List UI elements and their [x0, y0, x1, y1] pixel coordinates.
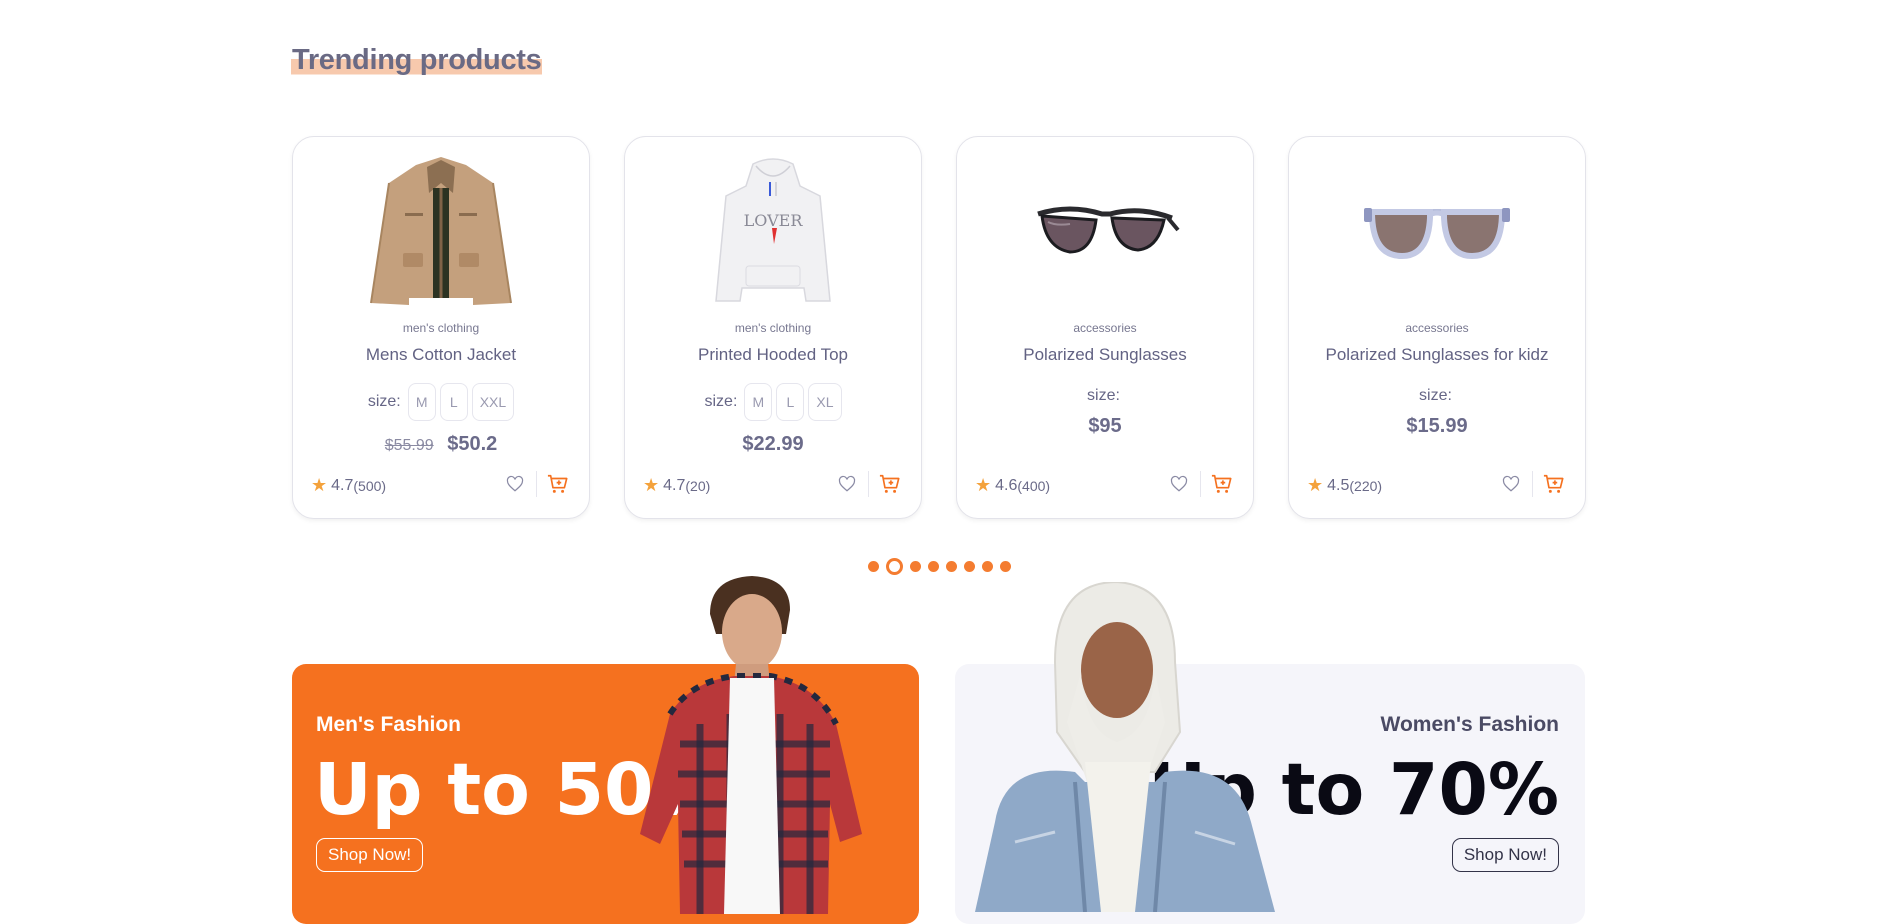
carousel-dot[interactable] — [1000, 561, 1011, 572]
size-option-l[interactable]: L — [776, 383, 805, 421]
star-icon: ★ — [1307, 475, 1324, 495]
banner-label: Men's Fashion — [316, 713, 462, 736]
price-block: $15.99 — [1289, 415, 1585, 438]
product-image-kids-sunglasses[interactable] — [1289, 153, 1585, 308]
product-category: men's clothing — [402, 321, 480, 335]
size-option-xxl[interactable]: XXL — [471, 383, 515, 421]
current-price: $50.2 — [447, 433, 498, 455]
size-option-m[interactable]: M — [407, 383, 436, 421]
heart-icon[interactable] — [1498, 471, 1524, 497]
product-image-jacket[interactable] — [293, 153, 589, 308]
price-block: $22.99 — [625, 433, 921, 456]
rating: ★ 4.5 (220) — [1307, 475, 1382, 496]
add-to-cart-icon[interactable] — [877, 471, 903, 497]
product-card[interactable]: men's clothing Mens Cotton Jacket size: … — [292, 136, 590, 519]
size-selector: size: — [957, 387, 1253, 405]
divider — [536, 471, 537, 497]
product-name[interactable]: Polarized Sunglasses — [957, 345, 1253, 365]
rating-value: 4.5 — [1327, 476, 1350, 494]
rating-value: 4.7 — [663, 476, 686, 494]
product-category: accessories — [1073, 321, 1137, 335]
rating: ★ 4.7 (500) — [311, 475, 386, 496]
size-option-l[interactable]: L — [439, 383, 468, 421]
star-icon: ★ — [643, 475, 660, 495]
current-price: $95 — [1088, 415, 1122, 437]
size-option-m[interactable]: M — [744, 383, 773, 421]
carousel-dot[interactable] — [946, 561, 957, 572]
product-card[interactable]: LOVER men's clothing Printed Hooded Top … — [624, 136, 922, 519]
review-count: (20) — [685, 477, 711, 494]
price-block: $95 — [957, 415, 1253, 438]
carousel-dot[interactable] — [982, 561, 993, 572]
divider — [1200, 471, 1201, 497]
heart-icon[interactable] — [1166, 471, 1192, 497]
carousel-pagination — [868, 558, 1011, 575]
product-name[interactable]: Polarized Sunglasses for kidz — [1289, 345, 1585, 365]
product-carousel: men's clothing Mens Cotton Jacket size: … — [292, 136, 1586, 521]
review-count: (500) — [353, 477, 387, 494]
product-name[interactable]: Mens Cotton Jacket — [293, 345, 589, 365]
product-category: accessories — [1405, 321, 1469, 335]
product-card[interactable]: accessories Polarized Sunglasses for kid… — [1288, 136, 1586, 519]
current-price: $22.99 — [742, 433, 804, 455]
shop-now-button[interactable]: Shop Now! — [1451, 838, 1559, 872]
carousel-dot[interactable] — [928, 561, 939, 572]
rating: ★ 4.7 (20) — [643, 475, 710, 496]
add-to-cart-icon[interactable] — [1209, 471, 1235, 497]
star-icon: ★ — [311, 475, 328, 495]
heart-icon[interactable] — [834, 471, 860, 497]
size-option-xl[interactable]: XL — [808, 383, 842, 421]
rating-value: 4.7 — [331, 476, 354, 494]
rating: ★ 4.6 (400) — [975, 475, 1050, 496]
price-block: $55.99 $50.2 — [293, 433, 589, 456]
male-model-image — [640, 574, 865, 919]
review-count: (400) — [1017, 477, 1051, 494]
size-selector: size: M L XXL — [293, 383, 589, 421]
carousel-dot[interactable] — [868, 561, 879, 572]
hoodie-print-text: LOVER — [744, 211, 804, 230]
carousel-dot[interactable] — [910, 561, 921, 572]
size-label: size: — [367, 393, 401, 410]
product-image-sunglasses[interactable] — [957, 153, 1253, 308]
shop-now-button[interactable]: Shop Now! — [316, 838, 424, 872]
product-card[interactable]: accessories Polarized Sunglasses size: $… — [956, 136, 1254, 519]
female-model-image — [975, 580, 1275, 917]
star-icon: ★ — [975, 475, 992, 495]
size-selector: size: — [1289, 387, 1585, 405]
review-count: (220) — [1349, 477, 1383, 494]
add-to-cart-icon[interactable] — [1541, 471, 1567, 497]
old-price: $55.99 — [384, 437, 434, 454]
size-selector: size: M L XL — [625, 383, 921, 421]
carousel-dot[interactable] — [964, 561, 975, 572]
carousel-dot-active[interactable] — [886, 558, 903, 575]
add-to-cart-icon[interactable] — [545, 471, 571, 497]
heart-icon[interactable] — [502, 471, 528, 497]
size-label: size: — [1087, 387, 1120, 404]
banner-label: Women's Fashion — [1380, 713, 1559, 736]
current-price: $15.99 — [1406, 415, 1468, 437]
rating-value: 4.6 — [995, 476, 1018, 494]
divider — [1532, 471, 1533, 497]
size-label: size: — [1419, 387, 1452, 404]
divider — [868, 471, 869, 497]
section-title: Trending products — [291, 44, 543, 77]
product-category: men's clothing — [734, 321, 812, 335]
product-image-hoodie[interactable]: LOVER — [625, 153, 921, 308]
product-name[interactable]: Printed Hooded Top — [625, 345, 921, 365]
size-label: size: — [704, 393, 738, 410]
